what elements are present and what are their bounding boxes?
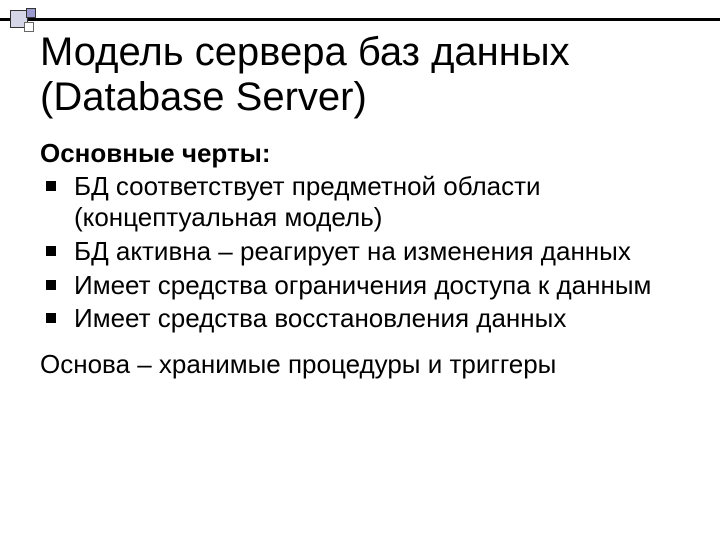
- list-item-text: Имеет средства восстановления данных: [74, 303, 566, 333]
- list-item-text: БД активна – реагирует на изменения данн…: [74, 236, 631, 266]
- list-item: Имеет средства ограничения доступа к дан…: [40, 270, 684, 302]
- list-item: Имеет средства восстановления данных: [40, 303, 684, 335]
- square-bullet-icon: [46, 280, 56, 290]
- list-item-text: БД соответствует предметной области (кон…: [74, 171, 541, 233]
- list-item-text: Имеет средства ограничения доступа к дан…: [74, 270, 651, 300]
- square-bullet-icon: [46, 313, 56, 323]
- square-bullet-icon: [46, 181, 56, 191]
- square-bullet-icon: [46, 246, 56, 256]
- list-item: БД активна – реагирует на изменения данн…: [40, 236, 684, 268]
- slide-title: Модель сервера баз данных (Database Serv…: [40, 30, 684, 120]
- list-item: БД соответствует предметной области (кон…: [40, 171, 684, 234]
- content-area: Модель сервера баз данных (Database Serv…: [40, 30, 684, 381]
- header-rule: [0, 18, 720, 21]
- bullet-list: БД соответствует предметной области (кон…: [40, 171, 684, 336]
- header-square-fill: [26, 8, 36, 18]
- slide: Модель сервера баз данных (Database Serv…: [0, 0, 720, 540]
- footer-line: Основа – хранимые процедуры и триггеры: [40, 349, 684, 381]
- header-square-outline: [24, 22, 34, 32]
- section-subhead: Основные черты:: [40, 138, 684, 169]
- header-decoration: [0, 6, 720, 32]
